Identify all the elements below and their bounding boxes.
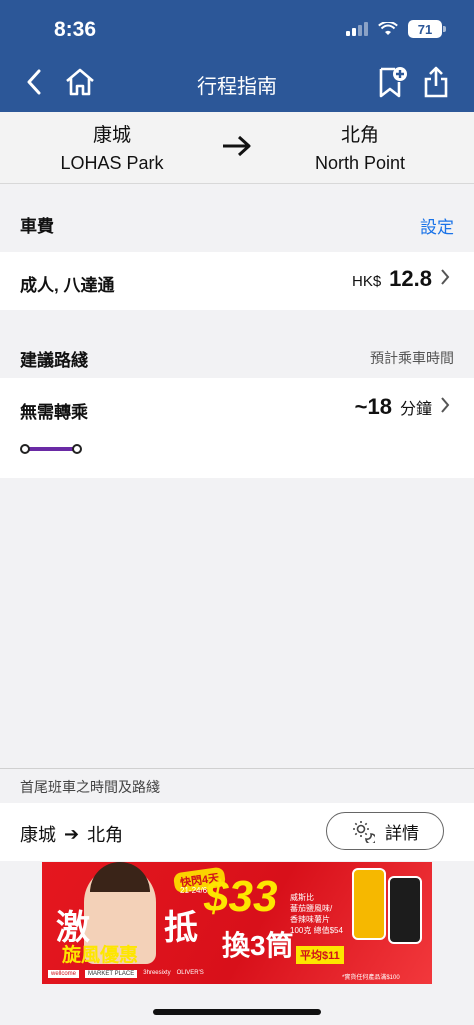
first-last-route: 康城 ➔ 北角 xyxy=(20,821,123,847)
cellular-signal-icon xyxy=(346,22,368,36)
first-last-title: 首尾班車之時間及路綫 xyxy=(20,779,160,795)
fare-settings-link[interactable]: 設定 xyxy=(420,213,454,238)
bookmark-add-button[interactable] xyxy=(374,64,410,100)
ad-price: $33 xyxy=(204,872,278,921)
first-last-from: 康城 xyxy=(20,825,56,845)
duration-number: ~18 xyxy=(354,394,392,419)
status-icons: 71 xyxy=(346,20,446,38)
destination-station[interactable]: 北角 North Point xyxy=(260,120,460,174)
detail-label: 詳情 xyxy=(385,823,419,843)
status-time: 8:36 xyxy=(54,18,97,41)
ad-brand-1: wellcome xyxy=(48,970,80,978)
home-indicator xyxy=(153,1009,321,1015)
ticket-type: 成人, 八達通 xyxy=(20,276,115,295)
fare-section-header: 車費 設定 xyxy=(0,192,474,250)
route-end-dot xyxy=(72,444,82,454)
first-last-to: 北角 xyxy=(87,825,124,845)
origin-name-en: LOHAS Park xyxy=(60,153,164,173)
destination-name-zh: 北角 xyxy=(340,125,379,146)
suggested-section-header: 建議路綫 預計乘車時間 xyxy=(0,326,474,378)
duration-unit: 分鐘 xyxy=(399,401,432,418)
ad-deal: 換3筒 xyxy=(222,930,294,961)
fare-amount: 12.8 xyxy=(389,266,432,291)
transfer-label: 無需轉乘 xyxy=(20,403,88,422)
suggested-route-row[interactable]: 無需轉乘 ~18 分鐘 xyxy=(0,378,474,478)
estimate-label: 預計乘車時間 xyxy=(370,350,454,366)
ad-average: 平均$11 xyxy=(296,946,344,964)
ad-subline: 旋風優惠 xyxy=(62,945,139,966)
fare-currency: HK$ xyxy=(351,273,382,290)
ad-product-can-1 xyxy=(352,868,386,940)
chevron-right-icon xyxy=(441,269,450,285)
ad-headline-2: 抵 xyxy=(164,909,198,947)
detail-button[interactable]: 詳情 xyxy=(326,812,444,850)
share-icon xyxy=(424,66,448,98)
ad-product-can-2 xyxy=(388,876,422,944)
suggested-title: 建議路綫 xyxy=(20,351,88,370)
duration-value: ~18 分鐘 xyxy=(355,394,450,420)
route-line-diagram xyxy=(20,444,82,454)
ad-brand-3: 3hreesixty xyxy=(143,970,171,976)
fare-title: 車費 xyxy=(20,217,54,236)
ad-brand-2: MARKET PLACE xyxy=(85,970,138,978)
ad-banner[interactable]: 快閃4天 21-24/6 激 抵 旋風優惠 $33 換3筒 威斯比 蕃茄鹽風味/… xyxy=(42,862,432,984)
ad-product-text: 威斯比 蕃茄鹽風味/ 香辣味薯片 100克 總值$54 xyxy=(290,893,343,935)
wifi-icon xyxy=(378,22,398,35)
route-line-bar xyxy=(26,447,76,451)
app-header: 8:36 71 行程指南 xyxy=(0,0,474,112)
destination-name-en: North Point xyxy=(314,153,406,173)
route-summary: 康城 LOHAS Park 北角 North Point xyxy=(0,112,474,184)
first-last-header: 首尾班車之時間及路綫 xyxy=(0,769,474,803)
route-start-dot xyxy=(20,444,30,454)
ad-brand-strip: wellcome MARKET PLACE 3hreesixty OLIVER'… xyxy=(48,970,204,978)
sun-moon-icon xyxy=(353,821,375,843)
battery-indicator: 71 xyxy=(408,20,446,38)
share-button[interactable] xyxy=(418,64,454,100)
first-last-arrow: ➔ xyxy=(64,823,80,844)
origin-name-zh: 康城 xyxy=(92,125,131,146)
fare-row[interactable]: 成人, 八達通 HK$ 12.8 xyxy=(0,252,474,310)
fare-value: HK$ 12.8 xyxy=(352,266,450,292)
chevron-right-icon xyxy=(441,397,450,413)
bookmark-add-icon xyxy=(379,67,407,98)
ad-disclaimer: *實貨任何產品滿$100 xyxy=(342,975,400,981)
arrow-right-icon xyxy=(223,135,251,157)
origin-station[interactable]: 康城 LOHAS Park xyxy=(12,120,212,174)
ad-brand-4: OLIVER'S xyxy=(176,970,204,976)
